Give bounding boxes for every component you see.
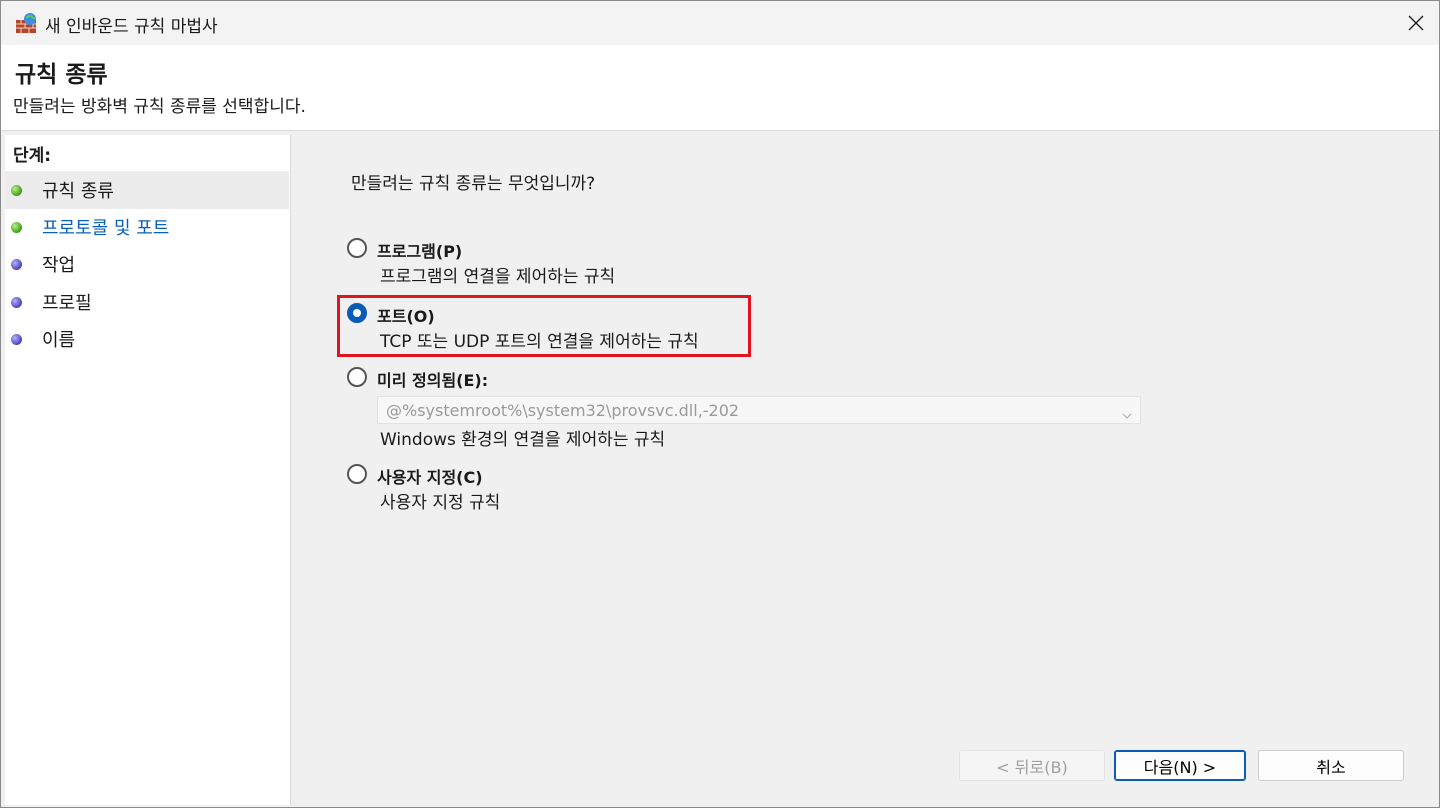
window-title: 새 인바운드 규칙 마법사 [45, 17, 218, 37]
rule-type-question: 만들려는 규칙 종류는 무엇입니까? [351, 174, 596, 194]
step-status-dot [11, 296, 22, 308]
option-label[interactable]: 프로그램(P) [377, 238, 462, 262]
step-status-dot [11, 184, 22, 196]
steps-title: 단계: [13, 146, 52, 166]
close-icon[interactable] [1393, 1, 1439, 45]
step-status-dot [11, 221, 22, 233]
step-name: 이름 [5, 320, 289, 358]
dropdown-value: @%systemroot%\system32\provsvc.dll,-202 [386, 401, 740, 420]
chevron-down-icon [1122, 405, 1132, 424]
back-button[interactable]: < 뒤로(B) [959, 750, 1105, 781]
option-label[interactable]: 사용자 지정(C) [377, 464, 483, 488]
step-label: 규칙 종류 [42, 181, 114, 202]
steps-panel: 단계: 규칙 종류 프로토콜 및 포트 작업 프로필 이름 [5, 135, 291, 805]
next-button[interactable]: 다음(N) > [1114, 750, 1246, 781]
title-bar: 새 인바운드 규칙 마법사 [1, 1, 1439, 45]
step-label: 프로필 [42, 293, 92, 314]
main-content: 만들려는 규칙 종류는 무엇입니까? 프로그램(P) 프로그램의 연결을 제어하… [297, 135, 1437, 805]
radio-custom[interactable] [347, 464, 367, 484]
firewall-icon [15, 12, 39, 34]
step-rule-type: 규칙 종류 [5, 171, 289, 209]
option-description-predefined: Windows 환경의 연결을 제어하는 규칙 [380, 430, 666, 450]
step-status-dot [11, 333, 22, 345]
option-description: 사용자 지정 규칙 [380, 493, 501, 513]
step-action: 작업 [5, 245, 289, 283]
predefined-rules-dropdown: @%systemroot%\system32\provsvc.dll,-202 [377, 396, 1141, 424]
option-label[interactable]: 미리 정의됨(E): [377, 367, 488, 391]
step-profile: 프로필 [5, 283, 289, 321]
page-subtitle: 만들려는 방화벽 규칙 종류를 선택합니다. [13, 97, 306, 117]
step-label[interactable]: 프로토콜 및 포트 [42, 214, 169, 240]
option-description: 프로그램의 연결을 제어하는 규칙 [380, 267, 616, 287]
radio-predefined[interactable] [347, 367, 367, 387]
step-label: 작업 [42, 255, 76, 276]
highlight-box [337, 295, 751, 357]
radio-program[interactable] [347, 238, 367, 258]
step-label: 이름 [42, 330, 76, 351]
step-protocol-and-ports[interactable]: 프로토콜 및 포트 [5, 208, 289, 246]
step-status-dot [11, 258, 22, 270]
page-header: 규칙 종류 만들려는 방화벽 규칙 종류를 선택합니다. [1, 45, 1439, 131]
cancel-button[interactable]: 취소 [1258, 750, 1404, 781]
wizard-window: 새 인바운드 규칙 마법사 규칙 종류 만들려는 방화벽 규칙 종류를 선택합니… [0, 0, 1440, 808]
page-title: 규칙 종류 [15, 62, 108, 88]
